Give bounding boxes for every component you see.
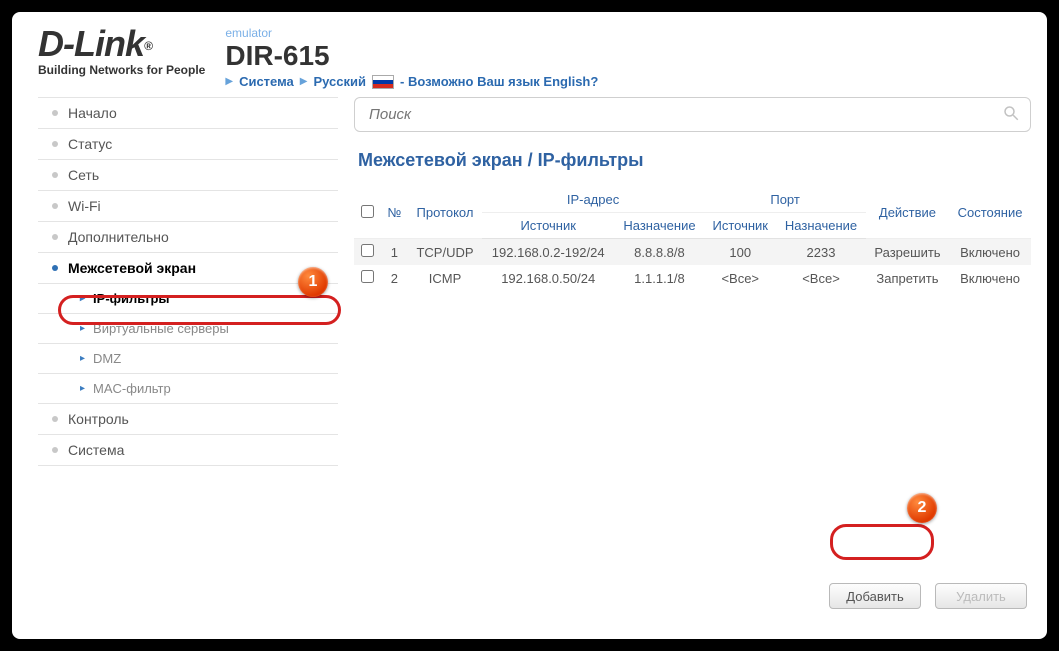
cell-state: Включено bbox=[960, 271, 1020, 286]
brand-tagline: Building Networks for People bbox=[38, 64, 205, 77]
sidebar: Начало Статус Сеть Wi-Fi Дополнительно Межсет… bbox=[38, 97, 338, 619]
breadcrumb: ▶ Система ▶ Русский - Возможно Ваш язык … bbox=[225, 74, 598, 89]
header: D-Link® Building Networks for People emu… bbox=[12, 12, 1047, 97]
device-model: DIR-615 bbox=[225, 42, 598, 70]
sidebar-item-label: Контроль bbox=[68, 411, 129, 427]
row-checkbox[interactable] bbox=[361, 244, 374, 257]
cell-no: 2 bbox=[391, 271, 398, 286]
sidebar-item-6[interactable]: Контроль bbox=[38, 404, 338, 434]
chevron-right-icon: ▸ bbox=[80, 323, 85, 334]
add-button[interactable]: Добавить bbox=[829, 583, 921, 609]
bullet-icon bbox=[52, 110, 58, 116]
cell-psrc: <Все> bbox=[721, 271, 759, 286]
select-all-checkbox[interactable] bbox=[361, 205, 374, 218]
table-row[interactable]: 1 TCP/UDP 192.168.0.2-192/24 8.8.8.8/8 100 22… bbox=[354, 239, 1031, 266]
sidebar-item-label: Wi-Fi bbox=[68, 198, 101, 214]
bullet-icon bbox=[52, 447, 58, 453]
cell-proto: ICMP bbox=[429, 271, 462, 286]
col-src: Источник bbox=[482, 213, 615, 239]
col-dst: Назначение bbox=[615, 213, 705, 239]
cell-proto: TCP/UDP bbox=[416, 245, 473, 260]
col-state: Состояние bbox=[949, 187, 1031, 239]
col-no: № bbox=[381, 187, 409, 239]
sidebar-item-0[interactable]: Начало bbox=[38, 98, 338, 128]
sidebar-subitem-label: DMZ bbox=[93, 351, 121, 366]
sidebar-item-2[interactable]: Сеть bbox=[38, 160, 338, 190]
sidebar-item-label: Система bbox=[68, 442, 124, 458]
table-row[interactable]: 2 ICMP 192.168.0.50/24 1.1.1.1/8 <Все> <Все> З… bbox=[354, 265, 1031, 291]
bullet-icon bbox=[52, 234, 58, 240]
cell-src: 192.168.0.50/24 bbox=[501, 271, 595, 286]
sidebar-subitem-label: Виртуальные серверы bbox=[93, 321, 229, 336]
cell-dst: 1.1.1.1/8 bbox=[634, 271, 685, 286]
chevron-right-icon: ▶ bbox=[225, 76, 233, 87]
col-group-ip: IP-адрес bbox=[482, 187, 705, 213]
cell-src: 192.168.0.2-192/24 bbox=[492, 245, 605, 260]
sidebar-item-7[interactable]: Система bbox=[38, 435, 338, 465]
sidebar-item-label: Начало bbox=[68, 105, 117, 121]
bullet-icon bbox=[52, 265, 58, 271]
sidebar-item-5[interactable]: Межсетевой экран bbox=[38, 253, 338, 283]
chevron-right-icon: ▸ bbox=[80, 353, 85, 364]
brand-logo: D-Link® Building Networks for People bbox=[38, 26, 205, 77]
sidebar-item-1[interactable]: Статус bbox=[38, 129, 338, 159]
search-bar[interactable] bbox=[354, 97, 1031, 132]
sidebar-item-label: Межсетевой экран bbox=[68, 260, 196, 276]
language-suggestion[interactable]: - Возможно Ваш язык English? bbox=[400, 74, 598, 89]
sidebar-item-label: Сеть bbox=[68, 167, 99, 183]
col-action: Действие bbox=[866, 187, 949, 239]
search-icon[interactable] bbox=[1002, 104, 1020, 125]
breadcrumb-language[interactable]: Русский bbox=[313, 74, 366, 89]
ip-filter-table: № Протокол IP-адрес Порт Действие Состоя… bbox=[354, 187, 1031, 291]
content-area: Межсетевой экран / IP-фильтры № Протокол… bbox=[354, 97, 1031, 619]
cell-psrc: 100 bbox=[729, 245, 751, 260]
sidebar-item-label: Статус bbox=[68, 136, 112, 152]
cell-action: Разрешить bbox=[874, 245, 940, 260]
chevron-right-icon: ▸ bbox=[80, 383, 85, 394]
sidebar-item-label: Дополнительно bbox=[68, 229, 169, 245]
delete-button[interactable]: Удалить bbox=[935, 583, 1027, 609]
sidebar-subitem-5-0[interactable]: ▸ IP-фильтры bbox=[38, 284, 338, 313]
sidebar-subitem-label: IP-фильтры bbox=[93, 291, 170, 306]
cell-pdst: <Все> bbox=[802, 271, 840, 286]
row-checkbox[interactable] bbox=[361, 270, 374, 283]
col-group-port: Порт bbox=[704, 187, 866, 213]
sidebar-item-4[interactable]: Дополнительно bbox=[38, 222, 338, 252]
sidebar-item-3[interactable]: Wi-Fi bbox=[38, 191, 338, 221]
cell-action: Запретить bbox=[876, 271, 938, 286]
page-title: Межсетевой экран / IP-фильтры bbox=[358, 150, 1027, 171]
chevron-right-icon: ▸ bbox=[80, 293, 85, 304]
cell-pdst: 2233 bbox=[807, 245, 836, 260]
footer-buttons: Добавить Удалить bbox=[354, 573, 1031, 619]
chevron-right-icon: ▶ bbox=[300, 76, 308, 87]
search-input[interactable] bbox=[369, 106, 1002, 123]
sidebar-subitem-5-2[interactable]: ▸ DMZ bbox=[38, 344, 338, 373]
col-psrc: Источник bbox=[704, 213, 776, 239]
emulator-tag: emulator bbox=[225, 26, 598, 40]
sidebar-subitem-5-1[interactable]: ▸ Виртуальные серверы bbox=[38, 314, 338, 343]
sidebar-subitem-label: MAC-фильтр bbox=[93, 381, 171, 396]
cell-state: Включено bbox=[960, 245, 1020, 260]
flag-ru-icon bbox=[372, 75, 394, 89]
breadcrumb-system[interactable]: Система bbox=[239, 74, 294, 89]
bullet-icon bbox=[52, 203, 58, 209]
col-proto: Протокол bbox=[408, 187, 482, 239]
bullet-icon bbox=[52, 141, 58, 147]
sidebar-subitem-5-3[interactable]: ▸ MAC-фильтр bbox=[38, 374, 338, 403]
cell-dst: 8.8.8.8/8 bbox=[634, 245, 685, 260]
col-pdst: Назначение bbox=[776, 213, 866, 239]
bullet-icon bbox=[52, 416, 58, 422]
bullet-icon bbox=[52, 172, 58, 178]
cell-no: 1 bbox=[391, 245, 398, 260]
